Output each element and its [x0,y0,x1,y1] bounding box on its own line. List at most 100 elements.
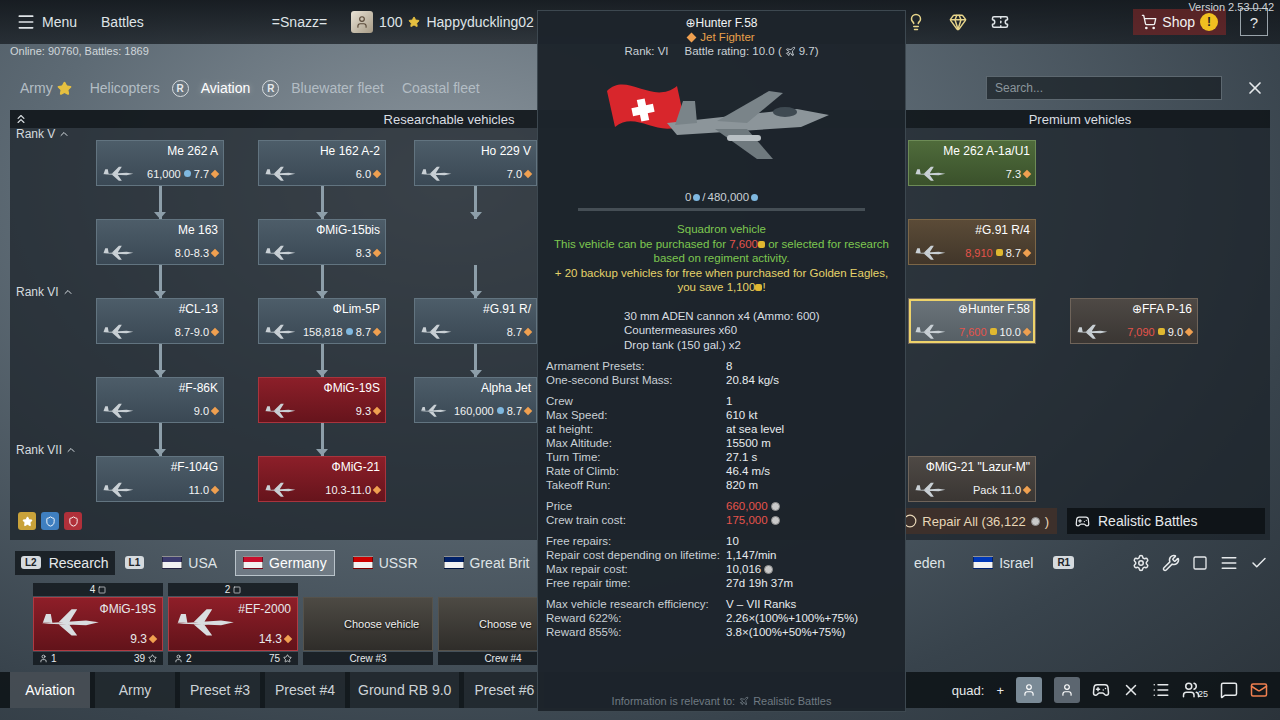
gamepad-icon[interactable] [1092,681,1110,699]
connector-cell [96,265,224,298]
square-icon[interactable] [1192,555,1208,571]
vehicle-card[interactable]: ФMiG-21 "Lazur-M"Pack11.0 [908,456,1036,502]
preset-tab[interactable]: Aviation [10,672,90,708]
rank-label[interactable]: Rank V [10,128,224,140]
nation-tab[interactable]: USA [154,550,225,576]
vehicle-card[interactable]: ⊕FFA P-167,0909.0 [1070,298,1198,344]
nation-tab[interactable]: Germany [235,550,335,576]
collapse-icon[interactable] [14,112,28,126]
stat-row: Repair cost depending on lifetime:1,147/… [546,548,897,562]
list-icon[interactable] [1152,681,1170,699]
squad-add[interactable]: + [996,683,1004,698]
vehicle-card[interactable]: #G.91 R/8.7 [414,298,537,344]
lightbulb-icon[interactable] [907,13,925,31]
vehicle-name: Alpha Jet [419,381,531,395]
nation-tab[interactable]: Israel [965,550,1041,576]
search-field[interactable] [986,76,1222,100]
member-avatar[interactable] [1016,677,1042,703]
vehicle-stats: 9.0 [101,402,218,419]
cart-icon [1141,14,1157,30]
vehicle-stats: 61,0007.7 [101,165,218,182]
vehicle-card[interactable]: Me 1638.0-8.3 [96,219,224,265]
next-key[interactable]: R [262,80,279,97]
mode-selector[interactable]: Realistic Battles [1067,508,1265,534]
crew-number: 2 [174,653,192,664]
preset-tab[interactable]: Ground RB 9.0 [350,672,459,708]
stripes-icon[interactable] [1220,554,1238,572]
vehicle-stats: 9.3 [263,402,380,419]
vehicle-card[interactable]: #CL-138.7-9.0 [96,298,224,344]
nation-tab[interactable]: Great Brit [436,550,537,576]
flag-icon [973,556,993,569]
vehicle-card[interactable]: #G.91 R/48,9108.7 [908,219,1036,265]
tree-cell: Ho 229 V7.0 [414,140,537,186]
key-hint[interactable]: R1 [1053,556,1074,569]
preset-tab[interactable]: Preset #4 [265,672,345,708]
ticket-icon[interactable] [991,13,1009,31]
gear-icon[interactable] [1132,554,1150,572]
crew-slot[interactable]: Choose veCrew #4 [438,583,537,667]
preset-tab[interactable]: Army [95,672,175,708]
weapon-line: Drop tank (150 gal.) x2 [624,338,897,353]
vehicle-stats: 7,60010.0 [913,323,1030,340]
tree-connector [96,344,224,377]
vehicle-card[interactable]: #F-104G11.0 [96,456,224,502]
vehicle-card[interactable]: ФMiG-2110.3-11.0 [258,456,386,502]
branch-tab[interactable]: Coastal fleet [402,80,480,96]
research-button[interactable]: L2Research [15,551,115,575]
weapon-line: 30 mm ADEN cannon x4 (Ammo: 600) [624,309,897,324]
branch-tab[interactable]: Army [20,80,72,96]
branch-tab[interactable]: Bluewater fleet [291,80,384,96]
tree-cell: ФMiG-15bis8.3 [258,219,386,265]
filter-badge[interactable] [18,512,36,530]
branch-tab[interactable]: Helicopters [90,80,160,96]
mail-icon[interactable] [1250,681,1268,699]
branch-tab[interactable]: Aviation [201,80,251,96]
vehicle-card[interactable]: Me 262 A61,0007.7 [96,140,224,186]
x-icon[interactable] [1122,681,1140,699]
shop-alert: ! [1200,13,1218,31]
stat-value: 175,000 [726,513,897,527]
rating-icon [524,406,532,414]
tree-connector [258,265,386,298]
vehicle-card[interactable]: ФMiG-19S9.3 [258,377,386,423]
vehicle-name: Me 163 [101,223,218,237]
vehicle-card[interactable]: Me 262 A-1a/U17.3 [908,140,1036,186]
member-avatar[interactable] [1054,677,1080,703]
connector-cell [258,344,386,377]
battles-button[interactable]: Battles [101,14,144,30]
vehicle-card[interactable]: ФMiG-15bis8.3 [258,219,386,265]
vehicle-card[interactable]: #F-86K9.0 [96,377,224,423]
filter-badge[interactable] [64,512,82,530]
crew-slot[interactable]: Choose vehicleCrew #3 [303,583,433,667]
vehicle-card[interactable]: He 162 A-26.0 [258,140,386,186]
profile[interactable]: 100Happyduckling02 [351,11,534,33]
vehicle-name: ФMiG-15bis [263,223,380,237]
friends-button[interactable]: 25 [1182,681,1208,699]
crew-slot[interactable]: 4ФMiG-19S9.3139 [33,583,163,667]
vehicle-card[interactable]: Ho 229 V7.0 [414,140,537,186]
repair-all-button[interactable]: Repair All (36,122) [895,508,1057,534]
stat-value: at sea level [726,422,897,436]
filter-badge[interactable] [41,512,59,530]
tooltip-title: ⊕Hunter F.58 [546,16,897,30]
key-hint[interactable]: L1 [125,556,145,569]
gem-icon[interactable] [949,13,967,31]
vehicle-card[interactable]: ФLim-5P158,8188.7 [258,298,386,344]
plane-icon [419,165,453,182]
squadron-tag[interactable]: =Snazz= [272,14,327,30]
preset-tab[interactable]: Preset #3 [180,672,260,708]
close-button[interactable] [1240,78,1270,98]
check-icon[interactable] [1250,554,1268,572]
nation-tab[interactable]: USSR [345,550,426,576]
vehicle-card[interactable]: ⊕Hunter F.587,60010.0 [908,298,1036,344]
nation-tab[interactable]: eden [906,550,953,576]
tab-label: Army [20,80,53,96]
preset-tab[interactable]: Preset #6 [464,672,544,708]
menu-button[interactable]: Menu [16,12,77,32]
wrench-icon[interactable] [1162,554,1180,572]
vehicle-card[interactable]: Alpha Jet160,0008.7 [414,377,537,423]
crew-slot[interactable]: 2#EF-200014.3275 [168,583,298,667]
chat-icon[interactable] [1220,681,1238,699]
prev-key[interactable]: R [172,80,189,97]
